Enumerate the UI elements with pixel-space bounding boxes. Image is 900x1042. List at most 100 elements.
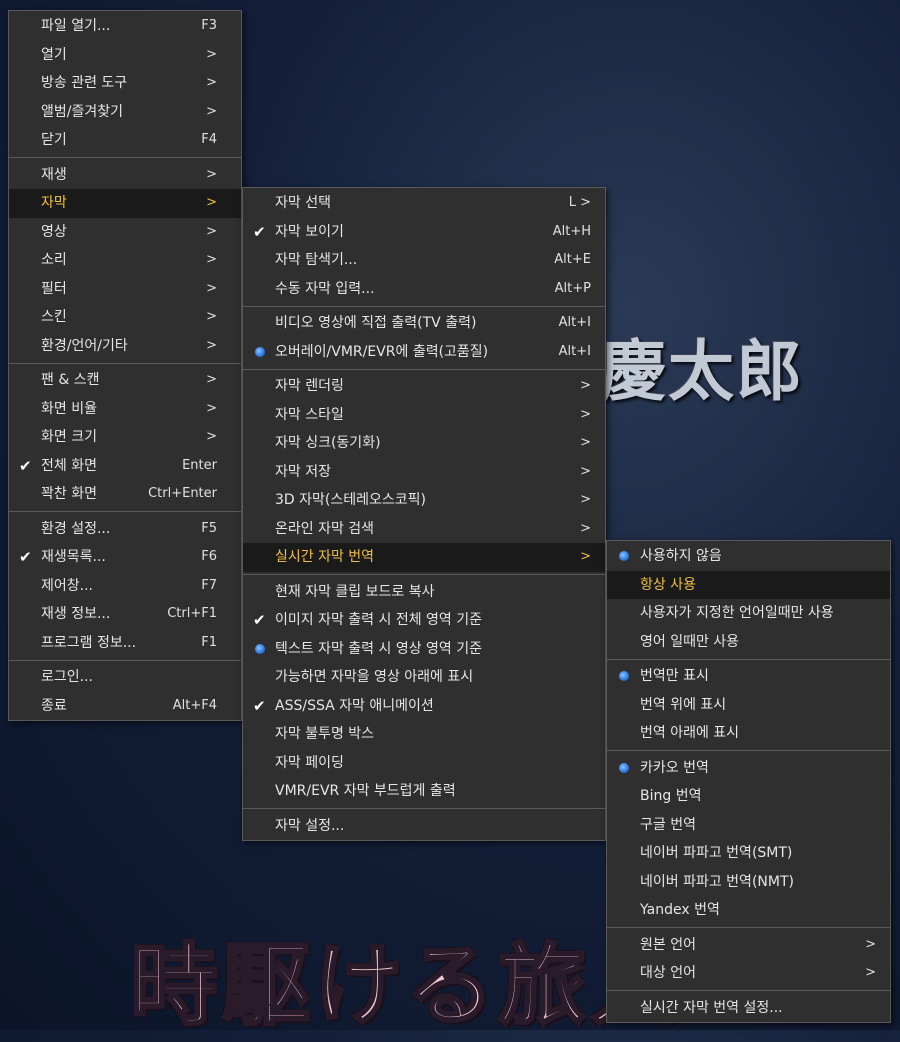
menu-item-target-language[interactable]: 대상 언어 > [607, 959, 890, 988]
menu-item-translation-english-only[interactable]: 영어 일때만 사용 [607, 628, 890, 657]
menu-item-label: 항상 사용 [640, 576, 696, 593]
menu-item-show-below-translation[interactable]: 번역 아래에 표시 [607, 719, 890, 748]
menu-item-select-subtitle[interactable]: 자막 선택 L > [243, 189, 605, 218]
menu-item-translation-user-language[interactable]: 사용자가 지정한 언어일때만 사용 [607, 599, 890, 628]
menu-item-translation-always[interactable]: 항상 사용 [607, 570, 890, 599]
menu-item-source-language[interactable]: 원본 언어 > [607, 931, 890, 960]
menu-item-subtitle-fading[interactable]: 자막 페이딩 [243, 749, 605, 778]
menu-item-shortcut: F6 [201, 549, 217, 564]
menu-item-playback[interactable]: 재생 > [9, 161, 241, 190]
menu-item-translation-settings[interactable]: 실시간 자막 번역 설정... [607, 994, 890, 1023]
menu-item-label: 실시간 자막 번역 [275, 549, 375, 565]
menu-item-copy-to-clipboard[interactable]: 현재 자막 클립 보드로 복사 [243, 578, 605, 607]
submenu-arrow-icon: > [580, 463, 591, 479]
menu-item-env-language-etc[interactable]: 환경/언어/기타 > [9, 332, 241, 361]
menu-item-show-subtitle[interactable]: ✔ 자막 보이기 Alt+H [243, 218, 605, 247]
menu-item-show-above-translation[interactable]: 번역 위에 표시 [607, 691, 890, 720]
menu-item-label: 자막 저장 [275, 463, 331, 480]
menu-item-shortcut: Alt+I [558, 343, 591, 359]
menu-item-aspect-ratio[interactable]: 화면 비율 > [9, 395, 241, 424]
checkmark-icon: ✔ [253, 222, 266, 241]
menu-item-program-info[interactable]: 프로그램 정보... F1 [9, 629, 241, 658]
menu-item-fullscreen[interactable]: ✔ 전체 화면 Enter [9, 452, 241, 481]
menu-item-subtitle-below-video[interactable]: 가능하면 자막을 영상 아래에 표시 [243, 663, 605, 692]
menu-item-audio[interactable]: 소리 > [9, 246, 241, 275]
menu-item-label: 종료 [41, 697, 67, 714]
menu-item-album-favorites[interactable]: 앨범/즐겨찾기 > [9, 98, 241, 127]
menu-item-label: 오버레이/VMR/EVR에 출력(고품질) [275, 343, 489, 360]
menu-item-label: 필터 [41, 280, 67, 297]
menu-item-yandex-translate[interactable]: Yandex 번역 [607, 896, 890, 925]
menu-item-kakao-translate[interactable]: 카카오 번역 [607, 754, 890, 783]
menu-item-fit-screen[interactable]: 꽉찬 화면 Ctrl+Enter [9, 480, 241, 509]
menu-item-shortcut: Alt+F4 [172, 697, 217, 713]
menu-item-text-subtitle-video-area[interactable]: 텍스트 자막 출력 시 영상 영역 기준 [243, 635, 605, 664]
menu-item-playback-info[interactable]: 재생 정보... Ctrl+F1 [9, 600, 241, 629]
menu-item-direct-output-tv[interactable]: 비디오 영상에 직접 출력(TV 출력) Alt+I [243, 309, 605, 338]
menu-item-label: 꽉찬 화면 [41, 486, 97, 502]
menu-item-exit[interactable]: 종료 Alt+F4 [9, 692, 241, 721]
menu-item-label: 스킨 [41, 309, 67, 325]
submenu-arrow-icon: > [206, 75, 217, 90]
menu-item-label: Yandex 번역 [640, 902, 720, 918]
menu-item-overlay-output[interactable]: 오버레이/VMR/EVR에 출력(고품질) Alt+I [243, 338, 605, 367]
menu-item-broadcast-tools[interactable]: 방송 관련 도구 > [9, 69, 241, 98]
menu-separator [9, 659, 241, 661]
menu-item-manual-subtitle-input[interactable]: 수동 자막 입력... Alt+P [243, 275, 605, 304]
menu-item-video[interactable]: 영상 > [9, 218, 241, 247]
menu-separator [607, 990, 890, 991]
menu-item-shortcut: F3 [201, 18, 217, 33]
menu-item-label: 화면 비율 [41, 400, 97, 417]
menu-item-label: 3D 자막(스테레오스코픽) [275, 492, 426, 508]
menu-item-show-translation-only[interactable]: 번역만 표시 [607, 662, 890, 691]
menu-item-subtitle-style[interactable]: 자막 스타일 > [243, 401, 605, 430]
menu-item-close[interactable]: 닫기 F4 [9, 126, 241, 155]
submenu-arrow-icon: > [865, 965, 876, 980]
menu-item-image-subtitle-full-area[interactable]: ✔ 이미지 자막 출력 시 전체 영역 기준 [243, 606, 605, 635]
menu-item-login[interactable]: 로그인... [9, 663, 241, 692]
menu-item-label: 재생 [41, 166, 67, 183]
menu-item-label: 텍스트 자막 출력 시 영상 영역 기준 [275, 640, 483, 657]
menu-item-subtitle[interactable]: 자막 > [9, 189, 241, 218]
menu-item-label: 자막 불투명 박스 [275, 726, 375, 742]
menu-item-papago-nmt[interactable]: 네이버 파파고 번역(NMT) [607, 868, 890, 897]
submenu-arrow-icon: > [206, 337, 217, 353]
menu-item-online-subtitle-search[interactable]: 온라인 자막 검색 > [243, 515, 605, 544]
menu-item-opaque-box[interactable]: 자막 불투명 박스 [243, 720, 605, 749]
menu-item-playlist[interactable]: ✔ 재생목록... F6 [9, 543, 241, 572]
menu-item-label: 현재 자막 클립 보드로 복사 [275, 583, 435, 600]
menu-item-translation-disabled[interactable]: 사용하지 않음 [607, 542, 890, 571]
menu-item-subtitle-explorer[interactable]: 자막 탐색기... Alt+E [243, 246, 605, 275]
menu-item-skin[interactable]: 스킨 > [9, 303, 241, 332]
radio-selected-icon [619, 551, 629, 561]
subtitle-submenu: 자막 선택 L > ✔ 자막 보이기 Alt+H 자막 탐색기... Alt+E 수동 … [242, 187, 606, 841]
menu-item-subtitle-save[interactable]: 자막 저장 > [243, 458, 605, 487]
menu-item-subtitle-sync[interactable]: 자막 싱크(동기화) > [243, 429, 605, 458]
menu-item-preferences[interactable]: 환경 설정... F5 [9, 515, 241, 544]
menu-item-ass-ssa-animation[interactable]: ✔ ASS/SSA 자막 애니메이션 [243, 692, 605, 721]
menu-item-label: 재생목록... [41, 549, 106, 565]
menu-item-open-file[interactable]: 파일 열기... F3 [9, 12, 241, 41]
menu-item-open[interactable]: 열기 > [9, 41, 241, 70]
menu-item-smooth-output[interactable]: VMR/EVR 자막 부드럽게 출력 [243, 777, 605, 806]
menu-item-pan-scan[interactable]: 팬 & 스캔 > [9, 366, 241, 395]
menu-item-google-translate[interactable]: 구글 번역 [607, 811, 890, 840]
submenu-arrow-icon: > [206, 166, 217, 182]
menu-item-3d-subtitle[interactable]: 3D 자막(스테레오스코픽) > [243, 486, 605, 515]
menu-item-label: 자막 [41, 195, 67, 211]
menu-item-filter[interactable]: 필터 > [9, 275, 241, 304]
menu-item-control-panel[interactable]: 제어창... F7 [9, 572, 241, 601]
menu-item-bing-translate[interactable]: Bing 번역 [607, 782, 890, 811]
menu-separator [243, 368, 605, 370]
background-kanji-text: 慶太郎 [600, 332, 804, 410]
menu-item-subtitle-rendering[interactable]: 자막 렌더링 > [243, 372, 605, 401]
menu-item-label: 팬 & 스캔 [41, 372, 100, 388]
menu-item-screen-size[interactable]: 화면 크기 > [9, 423, 241, 452]
menu-item-papago-smt[interactable]: 네이버 파파고 번역(SMT) [607, 839, 890, 868]
menu-item-subtitle-settings[interactable]: 자막 설정... [243, 812, 605, 841]
menu-item-realtime-translation[interactable]: 실시간 자막 번역 > [243, 543, 605, 572]
radio-selected-icon [255, 643, 265, 654]
checkmark-icon: ✔ [19, 456, 32, 475]
menu-item-label: 자막 선택 [275, 195, 331, 211]
menu-item-label: 번역 아래에 표시 [640, 725, 740, 741]
